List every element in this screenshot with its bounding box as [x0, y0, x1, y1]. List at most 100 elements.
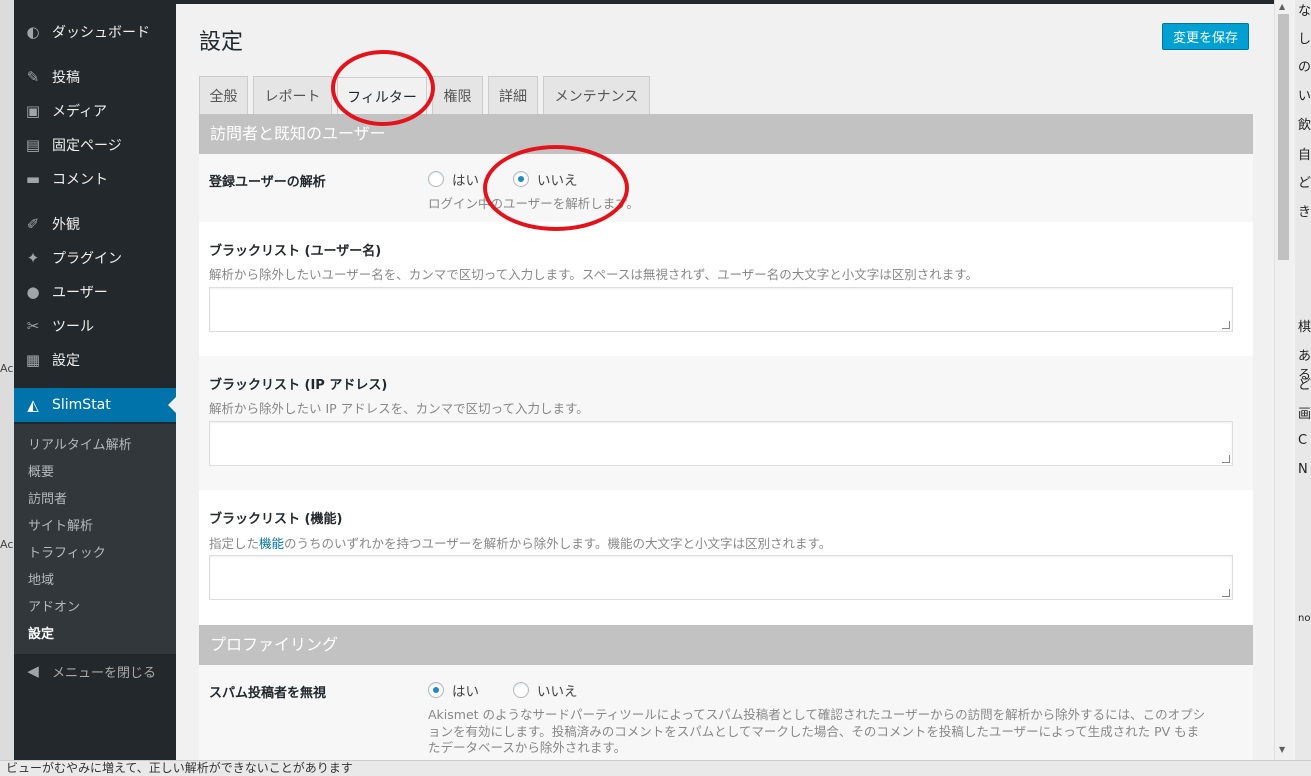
- background-text: not: [1298, 613, 1311, 624]
- sidebar-item-pages[interactable]: ▤ 固定ページ: [14, 128, 176, 162]
- sidebar-item-posts[interactable]: ✎ 投稿: [14, 60, 176, 94]
- media-icon: ▣: [25, 102, 41, 120]
- background-text: 飲: [1298, 118, 1311, 133]
- collapse-menu-button[interactable]: ◀ メニューを閉じる: [14, 654, 176, 688]
- save-changes-button[interactable]: 変更を保存: [1162, 23, 1249, 50]
- sidebar-item-label: SlimStat: [52, 397, 111, 413]
- background-text: ど: [1298, 176, 1311, 191]
- submenu-item-traffic[interactable]: トラフィック: [28, 542, 106, 561]
- background-text: Ac: [0, 362, 14, 375]
- sidebar-item-label: 固定ページ: [52, 138, 122, 154]
- sidebar-item-users[interactable]: ● ユーザー: [14, 275, 176, 309]
- radio-label: はい: [452, 684, 479, 700]
- settings-panel: 訪問者と既知のユーザー 登録ユーザーの解析 はい いいえ ログイン中のユーザーを…: [199, 114, 1253, 760]
- tab-reports[interactable]: レポート: [253, 76, 332, 114]
- submenu-item-site-analysis[interactable]: サイト解析: [28, 515, 93, 534]
- radio-circle: [428, 682, 444, 698]
- sidebar-item-dashboard[interactable]: ◐ ダッシュボード: [14, 15, 176, 49]
- background-text: な: [1298, 4, 1311, 19]
- ignore-spammers-description-line: たデータベースから除外されます。: [428, 740, 627, 755]
- blacklist-capability-description: 指定した機能のうちのいずれかを持つユーザーを解析から除外します。機能の大文字と小…: [209, 536, 832, 551]
- background-text: ど: [1298, 378, 1311, 393]
- background-text: 画: [1298, 407, 1311, 422]
- section-header-visitors: 訪問者と既知のユーザー: [199, 114, 1253, 154]
- sidebar-item-comments[interactable]: ▬ コメント: [14, 162, 176, 196]
- radio-circle: [513, 171, 529, 187]
- page-title: 設定: [199, 30, 244, 55]
- page-icon: ▤: [25, 136, 41, 154]
- sidebar-item-label: ユーザー: [52, 285, 108, 301]
- blacklist-username-description: 解析から除外したいユーザー名を、カンマで区切って入力します。スペースは無視されず…: [209, 267, 979, 282]
- background-text: い: [1298, 89, 1311, 104]
- scroll-down-arrow-icon[interactable]: ▼: [1279, 745, 1285, 754]
- submenu-item-overview[interactable]: 概要: [28, 461, 54, 480]
- background-text: 自: [1298, 148, 1311, 163]
- background-text: の: [1298, 60, 1311, 75]
- tab-maintenance[interactable]: メンテナンス: [543, 76, 650, 114]
- page-scrollbar[interactable]: ▲ ▼: [1274, 0, 1291, 760]
- track-users-label: 登録ユーザーの解析: [209, 175, 326, 190]
- background-text: Ac: [0, 538, 14, 551]
- sidebar-item-label: ツール: [52, 319, 94, 335]
- track-users-description: ログイン中のユーザーを解析します。: [428, 196, 640, 211]
- sidebar-item-plugins[interactable]: ✦ プラグイン: [14, 241, 176, 275]
- track-users-yes-radio[interactable]: はい: [428, 169, 479, 189]
- submenu-item-settings[interactable]: 設定: [28, 623, 54, 642]
- submenu-item-realtime[interactable]: リアルタイム解析: [28, 434, 132, 453]
- blacklist-username-textarea[interactable]: [209, 287, 1233, 332]
- track-users-no-radio[interactable]: いいえ: [513, 169, 578, 189]
- section-header-profiling: プロファイリング: [199, 625, 1253, 665]
- ignore-spammers-yes-radio[interactable]: はい: [428, 680, 479, 700]
- sidebar-item-label: 設定: [52, 353, 80, 369]
- blacklist-ip-textarea[interactable]: [209, 421, 1233, 466]
- tool-icon: ✂: [26, 317, 40, 335]
- admin-top-bar: [176, 0, 1274, 4]
- radio-label: いいえ: [537, 173, 578, 189]
- background-text: C: [1298, 433, 1308, 448]
- blacklist-ip-description: 解析から除外したい IP アドレスを、カンマで区切って入力します。: [209, 401, 589, 416]
- submenu-item-addons[interactable]: アドオン: [28, 596, 80, 615]
- radio-circle: [428, 171, 444, 187]
- sidebar-item-slimstat[interactable]: ◭ SlimStat: [14, 388, 176, 422]
- sidebar-item-appearance[interactable]: ✐ 外観: [14, 207, 176, 241]
- submenu-item-geolocation[interactable]: 地域: [28, 569, 54, 588]
- blacklist-capability-textarea[interactable]: [209, 555, 1233, 600]
- collapse-menu-label: メニューを閉じる: [52, 665, 157, 681]
- background-window-bottom: ビューがむやみに増えて、正しい解析ができないことがあります: [0, 760, 1311, 776]
- tab-general[interactable]: 全般: [199, 76, 248, 114]
- capability-link[interactable]: 機能: [259, 536, 284, 551]
- sidebar-item-label: 投稿: [52, 70, 80, 86]
- sidebar-item-label: ダッシュボード: [52, 25, 150, 41]
- dashboard-icon: ◐: [26, 23, 40, 41]
- background-text: 棋: [1298, 320, 1311, 335]
- sidebar-item-label: メディア: [52, 104, 108, 120]
- background-text: N: [1298, 462, 1308, 477]
- ignore-spammers-label: スパム投稿者を無視: [209, 686, 327, 701]
- slimstat-submenu: リアルタイム解析 概要 訪問者 サイト解析 トラフィック 地域 アドオン 設定: [14, 424, 176, 654]
- radio-circle: [513, 682, 529, 698]
- sidebar-item-label: 外観: [52, 217, 80, 233]
- settings-icon: ▦: [25, 351, 41, 369]
- radio-label: はい: [452, 173, 479, 189]
- sidebar-item-label: プラグイン: [52, 251, 122, 267]
- tab-advanced[interactable]: 詳細: [488, 76, 538, 114]
- collapse-icon: ◀: [27, 662, 39, 680]
- chart-icon: ◭: [27, 396, 39, 414]
- blacklist-capability-label: ブラックリスト (機能): [209, 512, 343, 527]
- tab-permissions[interactable]: 権限: [432, 76, 483, 114]
- background-window-strip: Ac Ac: [0, 0, 14, 776]
- admin-sidebar: ◐ ダッシュボード ✎ 投稿 ▣ メディア ▤ 固定ページ ▬ コメント ✐ 外観 ✦ プラグ…: [14, 0, 176, 760]
- ignore-spammers-no-radio[interactable]: いいえ: [513, 680, 578, 700]
- sidebar-item-tools[interactable]: ✂ ツール: [14, 309, 176, 343]
- appearance-icon: ✐: [26, 215, 40, 233]
- user-icon: ●: [26, 283, 40, 301]
- background-text: き: [1298, 205, 1311, 220]
- sidebar-item-media[interactable]: ▣ メディア: [14, 94, 176, 128]
- sidebar-item-settings[interactable]: ▦ 設定: [14, 343, 176, 377]
- tab-filters[interactable]: フィルター: [337, 77, 427, 115]
- sidebar-item-label: コメント: [52, 172, 108, 188]
- submenu-item-visitors[interactable]: 訪問者: [28, 488, 67, 507]
- scrollbar-thumb[interactable]: [1278, 14, 1289, 260]
- scroll-up-arrow-icon[interactable]: ▲: [1279, 2, 1285, 11]
- pin-icon: ✎: [26, 68, 40, 86]
